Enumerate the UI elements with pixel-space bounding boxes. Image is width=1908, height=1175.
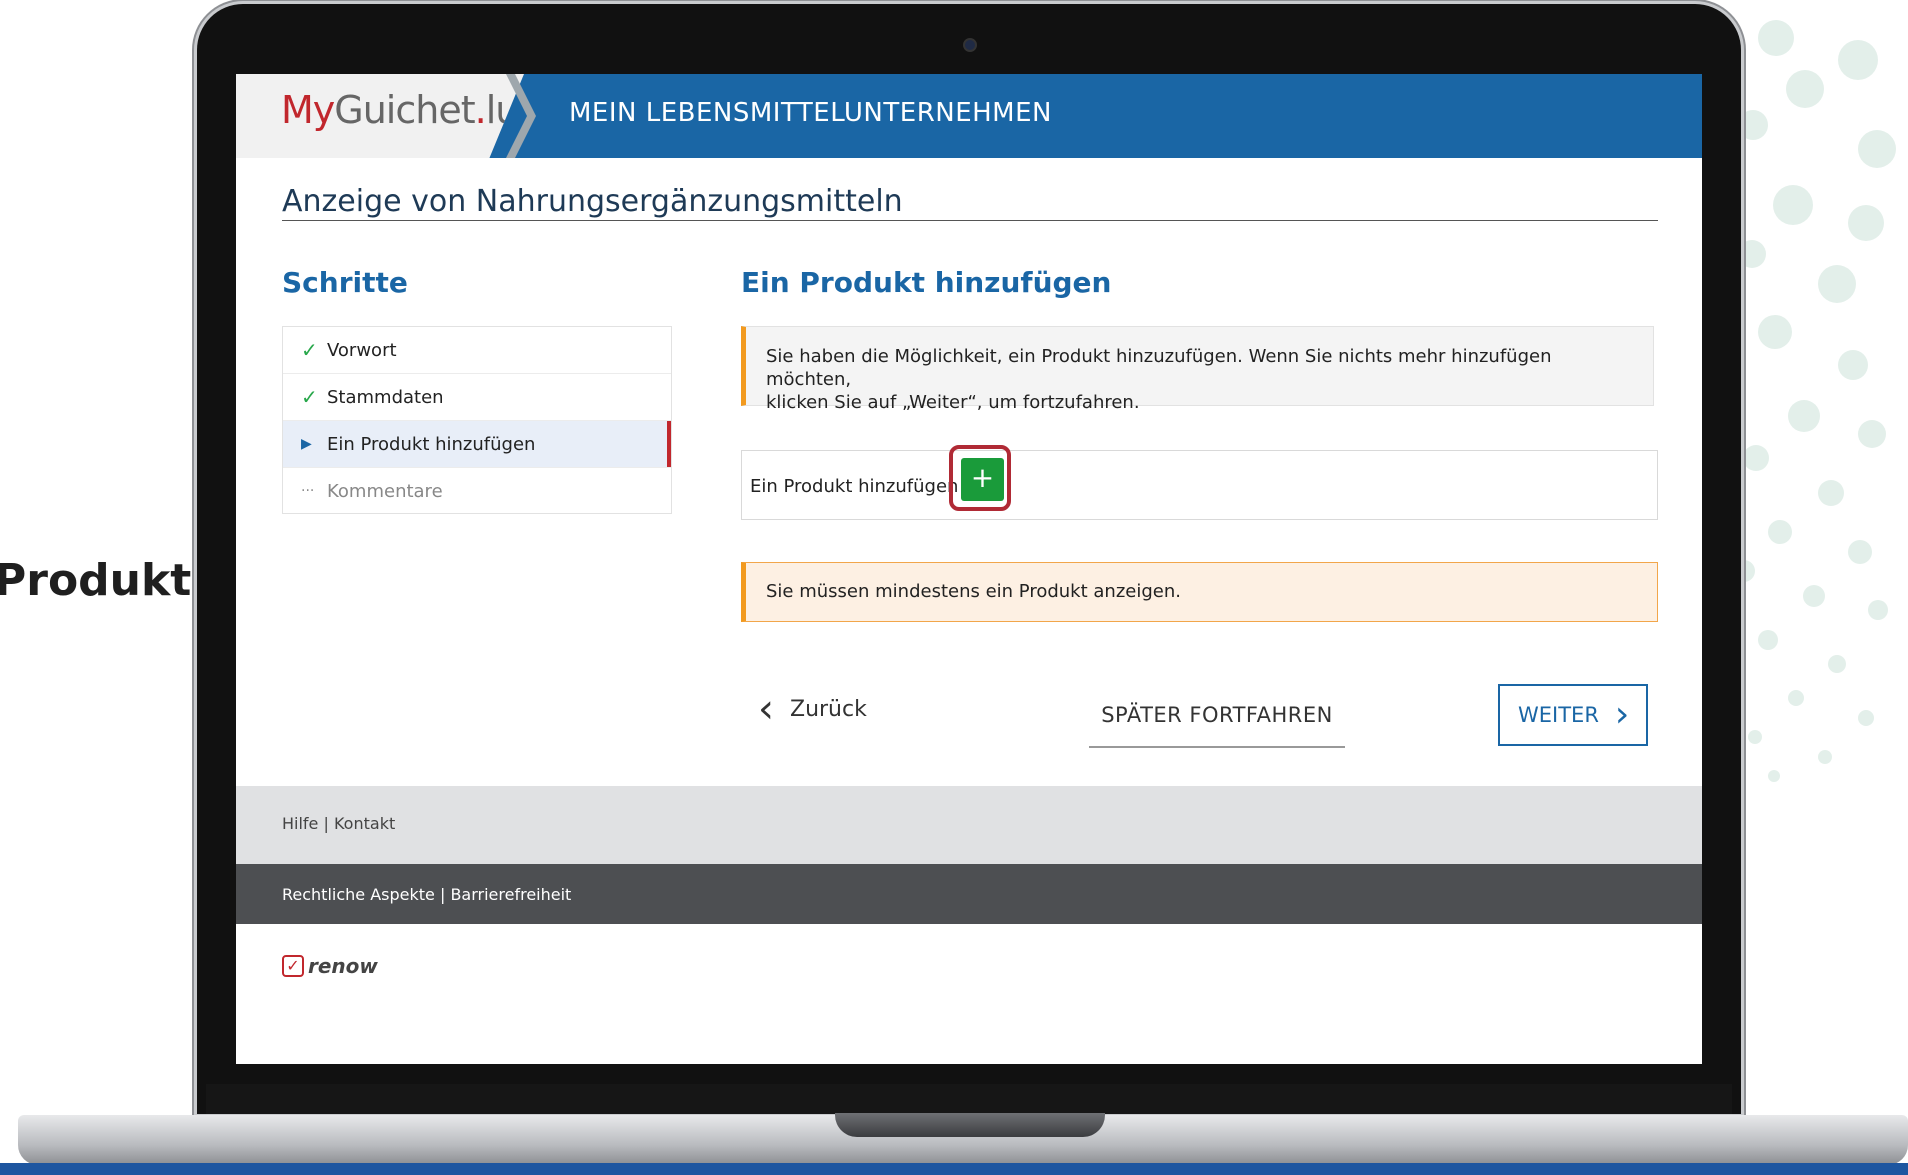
continue-later-button[interactable]: SPÄTER FORTFAHREN: [1089, 684, 1345, 748]
ellipsis-icon: ···: [301, 483, 315, 499]
side-caption: Produkt: [0, 555, 192, 606]
checkbox-icon: ✓: [282, 955, 304, 977]
page-title: Anzeige von Nahrungsergänzungsmitteln: [282, 184, 903, 219]
chevron-left-icon: ‹: [758, 686, 774, 732]
triangle-right-icon: ▶: [301, 436, 312, 452]
header-title[interactable]: MEIN LEBENSMITTELUNTERNEHMEN: [569, 98, 1052, 128]
screen: MyGuichet.lu MEIN LEBENSMITTELUNTERNEHME…: [236, 74, 1702, 1064]
brand-logo-my: My: [281, 88, 335, 132]
section-heading: Ein Produkt hinzufügen: [741, 266, 1112, 299]
back-button[interactable]: ‹ Zurück: [758, 686, 867, 732]
footer-separator: |: [439, 885, 446, 904]
step-item-stammdaten[interactable]: ✓ Stammdaten: [283, 374, 671, 421]
help-link[interactable]: Hilfe: [282, 814, 318, 833]
renow-logo[interactable]: ✓ renow: [282, 954, 378, 978]
screen-bezel-bottom: [206, 1084, 1732, 1114]
step-item-vorwort[interactable]: ✓ Vorwort: [283, 327, 671, 374]
footer-links-top: Hilfe | Kontakt: [282, 814, 395, 833]
step-item-produkt-hinzufuegen[interactable]: ▶ Ein Produkt hinzufügen: [283, 421, 671, 468]
steps-heading: Schritte: [282, 266, 408, 299]
camera-icon: [963, 38, 977, 52]
step-label: Ein Produkt hinzufügen: [327, 433, 536, 455]
title-divider: [282, 220, 1658, 221]
info-line-1: Sie haben die Möglichkeit, ein Produkt h…: [766, 346, 1552, 390]
add-product-label: Ein Produkt hinzufügen: [750, 476, 959, 497]
bottom-stripe: [0, 1163, 1908, 1175]
brand-logo-dot: .: [474, 88, 487, 132]
footer-separator: |: [323, 814, 329, 833]
footer-top: Hilfe | Kontakt: [236, 786, 1702, 864]
contact-link[interactable]: Kontakt: [334, 814, 395, 833]
accessibility-link[interactable]: Barrierefreiheit: [450, 885, 571, 904]
info-message: Sie haben die Möglichkeit, ein Produkt h…: [741, 326, 1654, 413]
brand-area[interactable]: MyGuichet.lu: [236, 74, 524, 158]
footer-bottom: Rechtliche Aspekte | Barrierefreiheit: [236, 864, 1702, 924]
footer-links-bottom: Rechtliche Aspekte | Barrierefreiheit: [282, 885, 571, 904]
legal-link[interactable]: Rechtliche Aspekte: [282, 885, 435, 904]
renow-logo-text: renow: [308, 954, 378, 978]
check-icon: ✓: [301, 385, 318, 409]
brand-logo[interactable]: MyGuichet.lu: [281, 88, 519, 132]
step-label: Stammdaten: [327, 386, 444, 408]
step-label: Kommentare: [327, 480, 443, 502]
check-icon: ✓: [301, 338, 318, 362]
info-line-2: klicken Sie auf „Weiter“, um fortzufahre…: [766, 392, 1140, 413]
step-item-kommentare: ··· Kommentare: [283, 468, 671, 514]
add-product-row: Ein Produkt hinzufügen +: [741, 445, 1658, 520]
back-label: Zurück: [790, 696, 867, 722]
next-label: WEITER: [1518, 703, 1599, 727]
steps-list: ✓ Vorwort ✓ Stammdaten ▶ Ein Produkt hin…: [282, 326, 672, 514]
brand-logo-guichet: Guichet: [334, 88, 475, 132]
laptop-notch: [835, 1113, 1105, 1137]
add-product-button[interactable]: +: [961, 458, 1004, 501]
step-label: Vorwort: [327, 339, 397, 361]
chevron-right-icon: ›: [1614, 694, 1630, 735]
warning-message: Sie müssen mindestens ein Produkt anzeig…: [741, 562, 1658, 622]
next-button[interactable]: WEITER ›: [1498, 684, 1648, 746]
